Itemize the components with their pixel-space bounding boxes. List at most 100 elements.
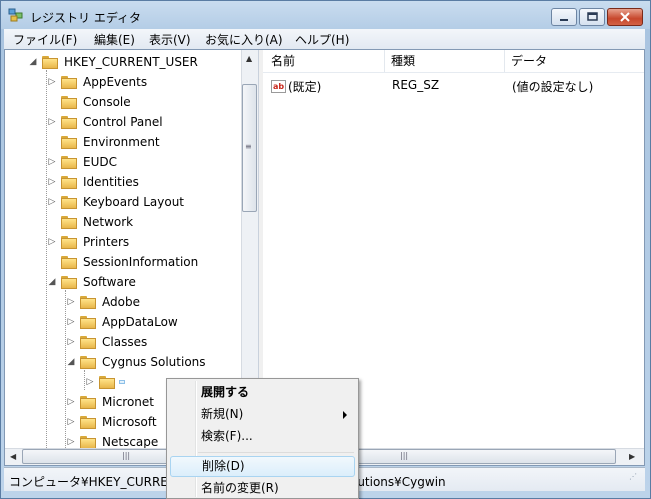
expand-triangle-icon[interactable]: ▷ [85, 377, 95, 387]
value-data-cell: (値の設定なし) [512, 80, 594, 94]
tree-node-network[interactable]: Network [47, 212, 135, 232]
expand-triangle-icon[interactable]: ▷ [66, 397, 76, 407]
expand-triangle-icon[interactable]: ▷ [66, 337, 76, 347]
column-header-name[interactable]: 名前 [265, 50, 385, 72]
scroll-up-arrow-icon[interactable]: ▲ [246, 54, 252, 63]
folder-open-icon [42, 55, 58, 69]
tree-node-label: Printers [83, 235, 130, 249]
folder-icon [61, 155, 77, 169]
menu-favorites[interactable]: お気に入り(A) [205, 31, 283, 48]
expand-triangle-icon[interactable]: ▷ [47, 177, 57, 187]
tree-node-label: Cygnus Solutions [102, 355, 206, 369]
collapse-triangle-icon[interactable]: ◢ [47, 277, 57, 287]
menu-help[interactable]: ヘルプ(H) [295, 31, 349, 48]
folder-icon [80, 395, 96, 409]
no-expander [47, 137, 57, 147]
close-button[interactable] [607, 8, 643, 26]
tree-node-root[interactable]: ◢ HKEY_CURRENT_USER [28, 52, 200, 72]
tree-node-label: AppEvents [83, 75, 148, 89]
tree-node-label: Classes [102, 335, 148, 349]
scroll-grip-icon: ||| [400, 451, 409, 460]
collapse-triangle-icon[interactable]: ◢ [28, 57, 38, 67]
value-name-cell[interactable]: (既定) [288, 78, 321, 95]
folder-icon [61, 195, 77, 209]
tree-node-identities[interactable]: ▷ Identities [47, 172, 141, 192]
folder-icon [80, 435, 96, 448]
tree-node-control-panel[interactable]: ▷ Control Panel [47, 112, 165, 132]
menu-item-new[interactable]: 新規(N) [170, 404, 355, 425]
tree-node-classes[interactable]: ▷ Classes [66, 332, 149, 352]
tree-node-micronet[interactable]: ▷ Micronet [66, 392, 156, 412]
expand-triangle-icon[interactable]: ▷ [47, 117, 57, 127]
folder-icon [61, 115, 77, 129]
tree-node-eudc[interactable]: ▷ EUDC [47, 152, 119, 172]
close-icon [620, 12, 630, 22]
folder-icon [61, 135, 77, 149]
menu-edit[interactable]: 編集(E) [94, 31, 135, 48]
tree-node-netscape[interactable]: ▷ Netscape [66, 432, 160, 448]
tree-node-cygwin[interactable]: ▷ [85, 372, 125, 392]
minimize-button[interactable] [551, 8, 577, 26]
tree-node-keyboard-layout[interactable]: ▷ Keyboard Layout [47, 192, 186, 212]
menu-item-delete[interactable]: 削除(D) [170, 456, 355, 477]
tree-node-label: Microsoft [102, 415, 157, 429]
menu-view[interactable]: 表示(V) [149, 31, 191, 48]
value-type-cell: REG_SZ [392, 78, 440, 92]
folder-icon [61, 215, 77, 229]
menu-item-rename[interactable]: 名前の変更(R) [170, 478, 355, 499]
tree-node-environment[interactable]: Environment [47, 132, 162, 152]
tree-node-label: Console [83, 95, 131, 109]
menu-item-find[interactable]: 検索(F)... [170, 426, 355, 447]
tree-node-label: Network [83, 215, 134, 229]
context-menu: 展開する 新規(N) 検索(F)... 削除(D) 名前の変更(R) [166, 378, 359, 499]
tree-node-software[interactable]: ◢ Software [47, 272, 138, 292]
no-expander [47, 217, 57, 227]
collapse-triangle-icon[interactable]: ◢ [66, 357, 76, 367]
folder-open-icon [61, 275, 77, 289]
folder-open-icon [80, 355, 96, 369]
tree-node-console[interactable]: Console [47, 92, 133, 112]
scroll-grip-icon: ≡ [245, 142, 252, 151]
menu-item-new-label: 新規(N) [201, 407, 244, 421]
expand-triangle-icon[interactable]: ▷ [47, 157, 57, 167]
tree-node-label: Software [83, 275, 136, 289]
scroll-left-arrow-icon[interactable]: ◀ [10, 452, 16, 461]
minimize-icon [560, 19, 568, 21]
submenu-arrow-icon [343, 411, 347, 419]
menu-bar: ファイル(F) 編集(E) 表示(V) お気に入り(A) ヘルプ(H) [4, 29, 645, 49]
tree-node-adobe[interactable]: ▷ Adobe [66, 292, 142, 312]
expand-triangle-icon[interactable]: ▷ [47, 197, 57, 207]
expand-triangle-icon[interactable]: ▷ [66, 437, 76, 447]
tree-node-appevents[interactable]: ▷ AppEvents [47, 72, 149, 92]
expand-triangle-icon[interactable]: ▷ [47, 237, 57, 247]
expand-triangle-icon[interactable]: ▷ [66, 317, 76, 327]
resize-grip-icon[interactable]: ⋰ [629, 472, 637, 481]
folder-icon [80, 415, 96, 429]
maximize-button[interactable] [579, 8, 605, 26]
folder-icon [61, 75, 77, 89]
folder-icon [80, 335, 96, 349]
expand-triangle-icon[interactable]: ▷ [47, 77, 57, 87]
folder-icon [61, 95, 77, 109]
folder-icon [61, 235, 77, 249]
title-bar[interactable]: レジストリ エディタ [0, 0, 649, 28]
menu-item-expand[interactable]: 展開する [170, 382, 355, 403]
tree-node-cygnus-solutions[interactable]: ◢ Cygnus Solutions [66, 352, 208, 372]
tree-node-label: EUDC [83, 155, 117, 169]
expand-triangle-icon[interactable]: ▷ [66, 297, 76, 307]
tree-node-microsoft[interactable]: ▷ Microsoft [66, 412, 159, 432]
menu-separator [198, 452, 354, 453]
tree-node-label: Netscape [102, 435, 159, 448]
menu-file[interactable]: ファイル(F) [13, 31, 77, 48]
scroll-right-arrow-icon[interactable]: ▶ [629, 452, 635, 461]
column-header-data[interactable]: データ [505, 50, 643, 72]
column-header-type[interactable]: 種類 [385, 50, 505, 72]
tree-node-label: Identities [83, 175, 139, 189]
tree-node-label: SessionInformation [83, 255, 199, 269]
tree-node-label: HKEY_CURRENT_USER [64, 55, 198, 69]
expand-triangle-icon[interactable]: ▷ [66, 417, 76, 427]
tree-node-printers[interactable]: ▷ Printers [47, 232, 131, 252]
tree-node-sessioninformation[interactable]: SessionInformation [47, 252, 200, 272]
tree-node-appdatalow[interactable]: ▷ AppDataLow [66, 312, 180, 332]
maximize-icon [587, 12, 598, 21]
